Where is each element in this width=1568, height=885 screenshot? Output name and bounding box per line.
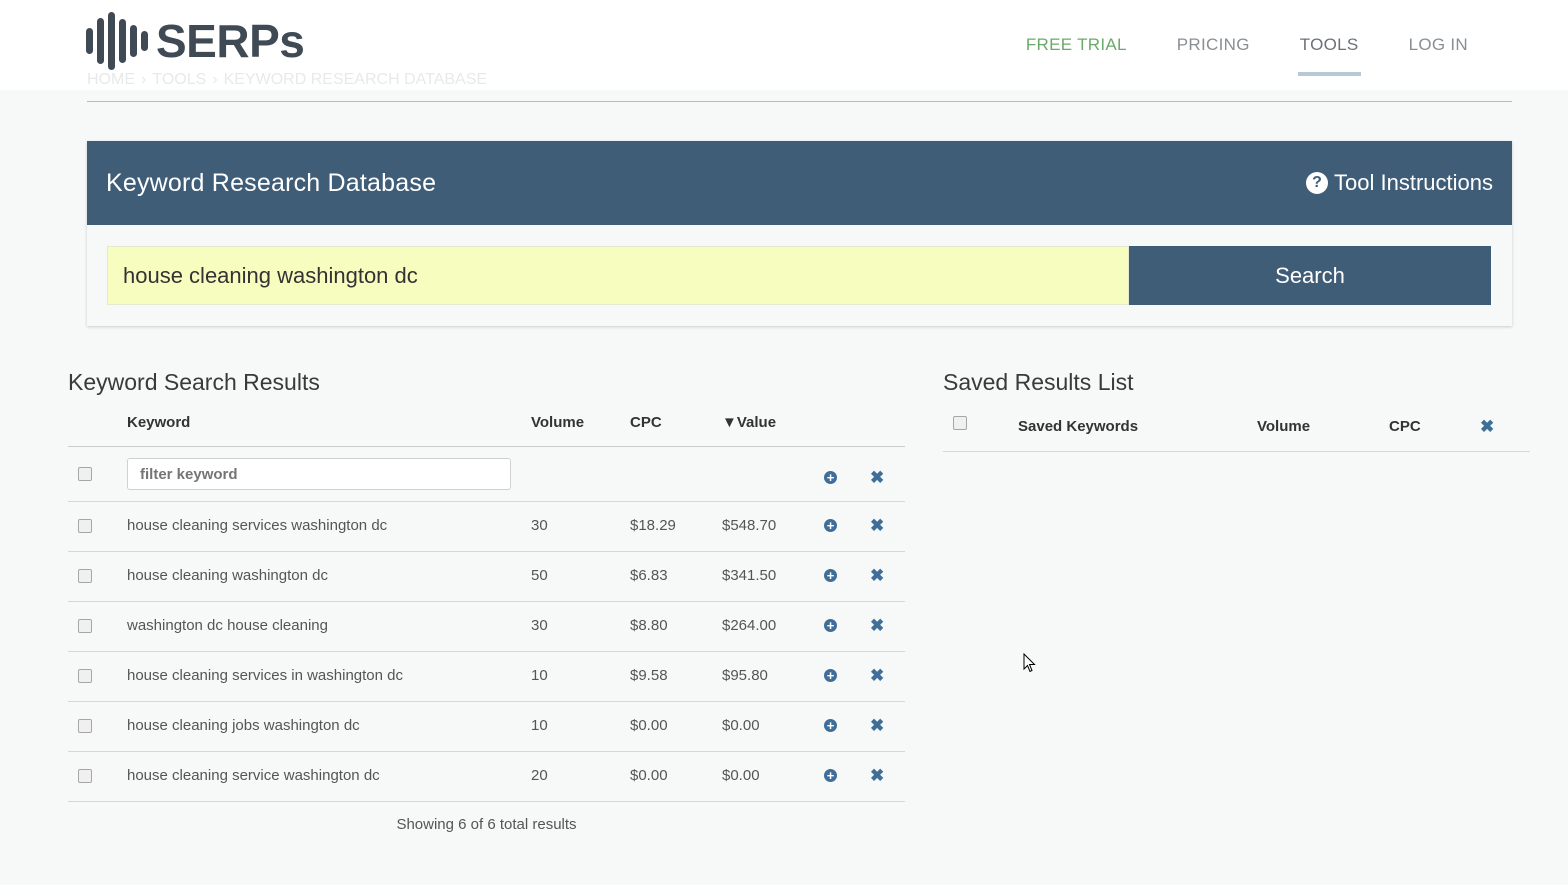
remove-keyword-icon[interactable]: ✖ [870, 667, 884, 684]
tool-title: Keyword Research Database [106, 168, 437, 197]
table-row: house cleaning jobs washington dc 10 $0.… [68, 702, 905, 752]
tool-instructions-link[interactable]: ? Tool Instructions [1306, 170, 1493, 196]
value-cell: $95.80 [722, 667, 768, 684]
remove-keyword-icon[interactable]: ✖ [870, 517, 884, 534]
keyword-cell: house cleaning service washington dc [127, 767, 380, 784]
col-volume[interactable]: Volume [531, 414, 584, 431]
keyword-cell: house cleaning jobs washington dc [127, 717, 360, 734]
table-row: house cleaning service washington dc 20 … [68, 752, 905, 802]
remove-keyword-icon[interactable]: ✖ [870, 717, 884, 734]
add-keyword-icon[interactable]: + [824, 669, 837, 682]
breadcrumb: HOME › TOOLS › KEYWORD RESEARCH DATABASE [87, 71, 487, 89]
logo-bars-icon [86, 12, 148, 70]
add-keyword-icon[interactable]: + [824, 519, 837, 532]
cpc-cell: $6.83 [630, 567, 668, 584]
main-nav: FREE TRIAL PRICING TOOLS LOG IN [976, 0, 1468, 90]
col-keyword[interactable]: Keyword [127, 414, 190, 431]
add-keyword-icon[interactable]: + [824, 769, 837, 782]
volume-cell: 20 [531, 767, 548, 784]
row-checkbox[interactable] [78, 669, 92, 683]
saved-col-keywords[interactable]: Saved Keywords [1018, 418, 1138, 435]
cpc-cell: $9.58 [630, 667, 668, 684]
search-button[interactable]: Search [1129, 246, 1491, 305]
mouse-cursor-icon [1023, 653, 1036, 673]
saved-table-header: Saved Keywords Volume CPC ✖ [943, 400, 1530, 452]
add-keyword-icon[interactable]: + [824, 719, 837, 732]
question-circle-icon: ? [1306, 172, 1329, 194]
logo-text: SERPs [156, 15, 305, 67]
remove-keyword-icon[interactable]: ✖ [870, 617, 884, 634]
nav-tools[interactable]: TOOLS [1297, 0, 1361, 90]
row-checkbox[interactable] [78, 619, 92, 633]
breadcrumb-current: KEYWORD RESEARCH DATABASE [223, 71, 488, 88]
table-row: house cleaning services in washington dc… [68, 652, 905, 702]
add-keyword-icon[interactable]: + [824, 569, 837, 582]
keyword-cell: house cleaning services washington dc [127, 517, 388, 534]
value-cell: $264.00 [722, 617, 777, 634]
add-all-icon[interactable]: + [824, 471, 837, 484]
keyword-cell: washington dc house cleaning [127, 617, 328, 634]
row-checkbox[interactable] [78, 769, 92, 783]
add-keyword-icon[interactable]: + [824, 619, 837, 632]
volume-cell: 50 [531, 567, 548, 584]
clear-saved-icon[interactable]: ✖ [1480, 418, 1494, 435]
remove-keyword-icon[interactable]: ✖ [870, 767, 884, 784]
header-divider [87, 101, 1512, 102]
row-checkbox[interactable] [78, 719, 92, 733]
results-header-row: Keyword Volume CPC ▼Value [68, 400, 905, 447]
nav-login[interactable]: LOG IN [1409, 0, 1468, 90]
nav-pricing[interactable]: PRICING [1177, 0, 1250, 90]
value-cell: $548.70 [722, 517, 777, 534]
filter-keyword-input[interactable] [127, 458, 511, 490]
tool-panel-header: Keyword Research Database ? Tool Instruc… [87, 141, 1512, 225]
value-cell: $0.00 [722, 767, 760, 784]
results-title: Keyword Search Results [68, 369, 320, 395]
filter-row: + ✖ [68, 447, 905, 502]
cpc-cell: $0.00 [630, 767, 668, 784]
volume-cell: 10 [531, 717, 548, 734]
saved-col-cpc[interactable]: CPC [1389, 418, 1421, 435]
row-checkbox[interactable] [78, 519, 92, 533]
tool-instructions-label: Tool Instructions [1334, 170, 1493, 195]
col-cpc[interactable]: CPC [630, 414, 662, 431]
saved-select-all-checkbox[interactable] [953, 416, 967, 430]
breadcrumb-separator: › [141, 71, 147, 88]
row-checkbox[interactable] [78, 569, 92, 583]
search-row: Search [107, 246, 1491, 305]
table-row: house cleaning washington dc 50 $6.83 $3… [68, 552, 905, 602]
volume-cell: 30 [531, 617, 548, 634]
breadcrumb-home[interactable]: HOME [87, 71, 135, 89]
breadcrumb-separator: › [212, 71, 218, 88]
cpc-cell: $8.80 [630, 617, 668, 634]
remove-keyword-icon[interactable]: ✖ [870, 567, 884, 584]
value-cell: $341.50 [722, 567, 777, 584]
saved-col-volume[interactable]: Volume [1257, 418, 1310, 435]
table-row: house cleaning services washington dc 30… [68, 502, 905, 552]
logo[interactable]: SERPs [86, 12, 305, 70]
volume-cell: 30 [531, 517, 548, 534]
results-count: Showing 6 of 6 total results [396, 816, 577, 833]
volume-cell: 10 [531, 667, 548, 684]
saved-title: Saved Results List [943, 369, 1134, 395]
keyword-cell: house cleaning services in washington dc [127, 667, 403, 684]
keyword-search-input[interactable] [107, 246, 1129, 305]
tool-panel: Keyword Research Database ? Tool Instruc… [87, 141, 1512, 326]
keyword-cell: house cleaning washington dc [127, 567, 328, 584]
cpc-cell: $0.00 [630, 717, 668, 734]
select-all-checkbox[interactable] [78, 467, 92, 481]
table-row: washington dc house cleaning 30 $8.80 $2… [68, 602, 905, 652]
value-cell: $0.00 [722, 717, 760, 734]
breadcrumb-tools[interactable]: TOOLS [152, 71, 206, 89]
nav-free-trial[interactable]: FREE TRIAL [1026, 0, 1127, 90]
col-value[interactable]: ▼Value [722, 414, 776, 431]
remove-all-icon[interactable]: ✖ [870, 469, 884, 486]
cpc-cell: $18.29 [630, 517, 676, 534]
